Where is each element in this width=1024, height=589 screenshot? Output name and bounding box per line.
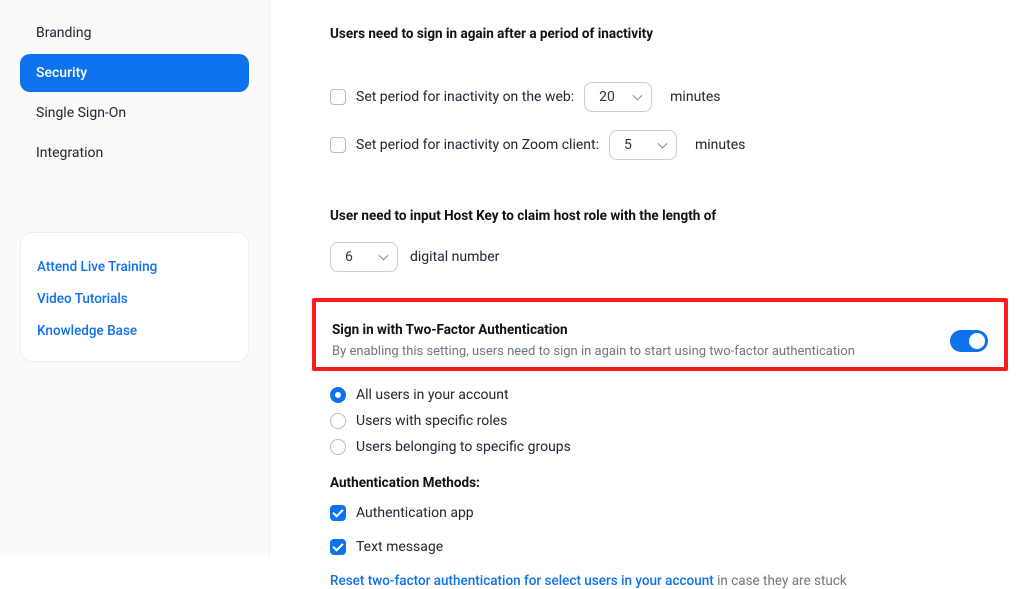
hostkey-length-select[interactable]: 6 <box>330 242 398 272</box>
inactivity-web-label: Set period for inactivity on the web: <box>356 89 574 105</box>
sidebar-item-branding[interactable]: Branding <box>20 14 249 52</box>
sidebar: Branding Security Single Sign-On Integra… <box>0 0 270 556</box>
tfa-methods-heading: Authentication Methods: <box>330 475 994 491</box>
radio-icon <box>330 413 346 429</box>
checkbox-icon <box>330 539 346 555</box>
inactivity-client-row: Set period for inactivity on Zoom client… <box>330 130 994 160</box>
help-link-training[interactable]: Attend Live Training <box>37 251 232 283</box>
sidebar-item-sso[interactable]: Single Sign-On <box>20 94 249 132</box>
inactivity-client-select[interactable]: 5 <box>609 130 677 160</box>
checkbox-icon <box>330 505 346 521</box>
inactivity-client-label: Set period for inactivity on Zoom client… <box>356 137 599 153</box>
tfa-scope-group: All users in your account Users with spe… <box>330 387 994 455</box>
tfa-method-app-label: Authentication app <box>356 505 474 521</box>
tfa-header: Sign in with Two-Factor Authentication B… <box>332 322 988 359</box>
tfa-title: Sign in with Two-Factor Authentication <box>332 322 855 338</box>
tfa-scope-groups-label: Users belonging to specific groups <box>356 439 571 455</box>
inactivity-heading: Users need to sign in again after a peri… <box>330 26 994 42</box>
sidebar-item-security[interactable]: Security <box>20 54 249 92</box>
inactivity-client-checkbox[interactable] <box>330 137 346 153</box>
tfa-text-block: Sign in with Two-Factor Authentication B… <box>332 322 855 359</box>
radio-icon <box>330 439 346 455</box>
radio-icon <box>330 387 346 403</box>
main-content: Users need to sign in again after a peri… <box>270 0 1024 556</box>
tfa-scope-all[interactable]: All users in your account <box>330 387 994 403</box>
inactivity-section: Users need to sign in again after a peri… <box>330 8 994 160</box>
hostkey-heading: User need to input Host Key to claim hos… <box>330 208 994 224</box>
tfa-description: By enabling this setting, users need to … <box>332 344 855 359</box>
tfa-highlight: Sign in with Two-Factor Authentication B… <box>312 298 1008 371</box>
tfa-scope-all-label: All users in your account <box>356 387 509 403</box>
tfa-method-app[interactable]: Authentication app <box>330 505 994 521</box>
inactivity-web-select[interactable]: 20 <box>584 82 652 112</box>
tfa-toggle[interactable] <box>950 330 988 352</box>
help-card: Attend Live Training Video Tutorials Kno… <box>20 232 249 362</box>
tfa-reset-row: Reset two-factor authentication for sele… <box>330 573 994 589</box>
tfa-scope-roles-label: Users with specific roles <box>356 413 507 429</box>
inactivity-client-unit: minutes <box>695 137 745 153</box>
tfa-scope-roles[interactable]: Users with specific roles <box>330 413 994 429</box>
tfa-method-text[interactable]: Text message <box>330 539 994 555</box>
hostkey-length-suffix: digital number <box>410 249 499 265</box>
inactivity-web-row: Set period for inactivity on the web: 20… <box>330 82 994 112</box>
sidebar-item-integration[interactable]: Integration <box>20 134 249 172</box>
nav-list: Branding Security Single Sign-On Integra… <box>20 14 249 172</box>
help-link-tutorials[interactable]: Video Tutorials <box>37 283 232 315</box>
tfa-scope-groups[interactable]: Users belonging to specific groups <box>330 439 994 455</box>
inactivity-web-checkbox[interactable] <box>330 89 346 105</box>
tfa-reset-link[interactable]: Reset two-factor authentication for sele… <box>330 573 714 589</box>
help-link-knowledgebase[interactable]: Knowledge Base <box>37 315 232 347</box>
tfa-reset-tail: in case they are stuck <box>714 573 847 589</box>
inactivity-web-unit: minutes <box>670 89 720 105</box>
hostkey-section: User need to input Host Key to claim hos… <box>330 178 994 272</box>
tfa-method-text-label: Text message <box>356 539 443 555</box>
